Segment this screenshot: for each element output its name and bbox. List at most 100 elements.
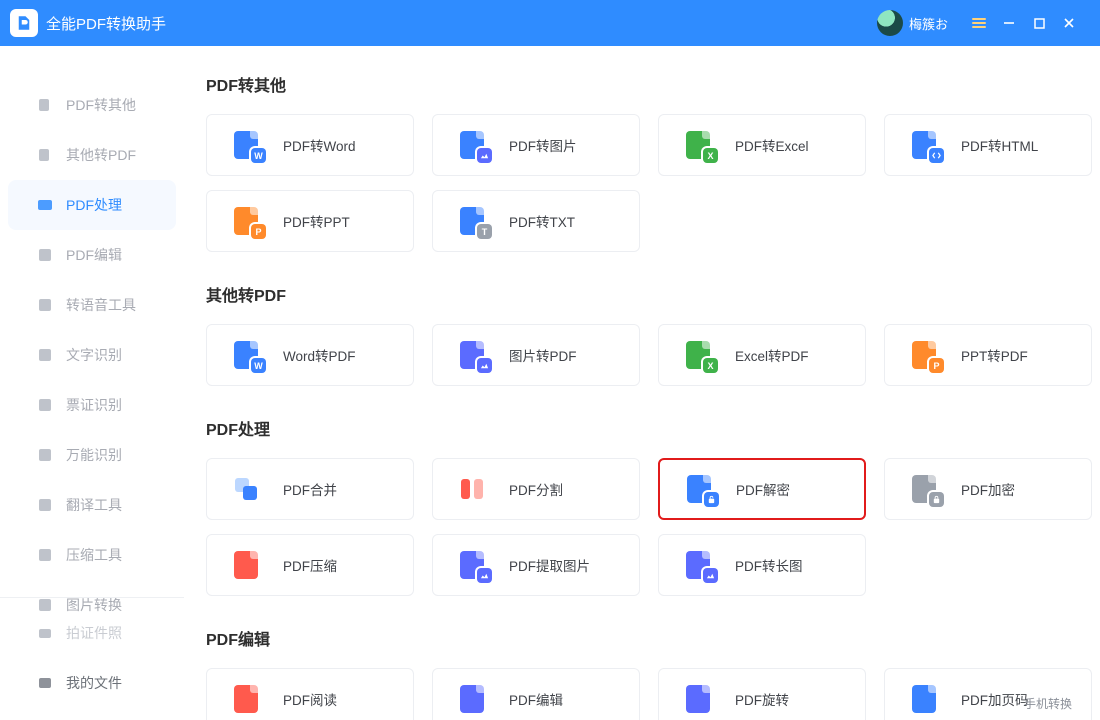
grid-pdf-to-other: W PDF转Word PDF转图片 X PDF转Excel bbox=[206, 114, 1078, 252]
any-ocr-icon bbox=[36, 446, 54, 464]
card-label: PDF转Excel bbox=[735, 135, 809, 155]
pdf-in-icon bbox=[36, 146, 54, 164]
split-icon bbox=[457, 474, 487, 504]
card-pdf-compress[interactable]: PDF压缩 bbox=[206, 534, 414, 596]
card-label: PDF转PPT bbox=[283, 211, 350, 231]
sidebar-item-label: 其他转PDF bbox=[66, 145, 136, 165]
card-pdf-extract-image[interactable]: PDF提取图片 bbox=[432, 534, 640, 596]
image-pdf-icon bbox=[457, 340, 487, 370]
compress-icon bbox=[36, 546, 54, 564]
sidebar-bottom: 拍证件照 我的文件 bbox=[0, 597, 184, 708]
card-label: PDF转HTML bbox=[961, 135, 1038, 155]
edit-icon bbox=[36, 246, 54, 264]
sidebar: PDF转其他 其他转PDF PDF处理 PDF编辑 转语音工具 bbox=[0, 46, 184, 720]
sidebar-item-ocr-text[interactable]: 文字识别 bbox=[0, 330, 184, 380]
sidebar-item-label: PDF编辑 bbox=[66, 245, 122, 265]
lock-icon bbox=[909, 474, 939, 504]
card-label: PDF转图片 bbox=[509, 135, 577, 155]
card-pdf-decrypt[interactable]: PDF解密 bbox=[658, 458, 866, 520]
mobile-convert-label[interactable]: 手机转换 bbox=[1024, 695, 1072, 712]
card-pdf-merge[interactable]: PDF合并 bbox=[206, 458, 414, 520]
card-label: PDF压缩 bbox=[283, 555, 337, 575]
sidebar-item-label: 转语音工具 bbox=[66, 295, 136, 315]
excel-pdf-icon: X bbox=[683, 340, 713, 370]
sidebar-item-pdf-edit[interactable]: PDF编辑 bbox=[0, 230, 184, 280]
card-pdf-to-txt[interactable]: T PDF转TXT bbox=[432, 190, 640, 252]
card-label: PDF编辑 bbox=[509, 689, 563, 709]
section-title-pdf-process: PDF处理 bbox=[206, 416, 1078, 440]
card-label: PDF提取图片 bbox=[509, 555, 590, 575]
sidebar-item-label: PDF处理 bbox=[66, 195, 122, 215]
card-pdf-long-image[interactable]: PDF转长图 bbox=[658, 534, 866, 596]
card-pdf-to-word[interactable]: W PDF转Word bbox=[206, 114, 414, 176]
sidebar-item-tts[interactable]: 转语音工具 bbox=[0, 280, 184, 330]
card-pdf-encrypt[interactable]: PDF加密 bbox=[884, 458, 1092, 520]
sidebar-item-pdf-process[interactable]: PDF处理 bbox=[8, 180, 176, 230]
card-label: Excel转PDF bbox=[735, 345, 809, 365]
menu-icon[interactable] bbox=[964, 8, 994, 38]
sidebar-item-idphoto[interactable]: 拍证件照 bbox=[0, 608, 184, 658]
content: PDF转其他 W PDF转Word PDF转图片 bbox=[184, 46, 1100, 720]
grid-pdf-edit: PDF阅读 PDF编辑 PDF旋转 PDF加页码 bbox=[206, 668, 1078, 720]
user-avatar[interactable] bbox=[877, 10, 903, 36]
sidebar-item-label: 票证识别 bbox=[66, 395, 122, 415]
card-image-to-pdf[interactable]: 图片转PDF bbox=[432, 324, 640, 386]
card-pdf-to-ppt[interactable]: P PDF转PPT bbox=[206, 190, 414, 252]
app-logo bbox=[10, 9, 38, 37]
card-pdf-rotate[interactable]: PDF旋转 bbox=[658, 668, 866, 720]
sidebar-item-myfiles[interactable]: 我的文件 bbox=[0, 658, 184, 708]
sidebar-item-label: 拍证件照 bbox=[66, 623, 122, 643]
card-pdf-edit[interactable]: PDF编辑 bbox=[432, 668, 640, 720]
sidebar-item-other-to-pdf[interactable]: 其他转PDF bbox=[0, 130, 184, 180]
camera-icon bbox=[36, 624, 54, 642]
merge-icon bbox=[231, 474, 261, 504]
pdf-word-icon: W bbox=[231, 130, 261, 160]
sidebar-item-compress[interactable]: 压缩工具 bbox=[0, 530, 184, 580]
card-label: PDF转TXT bbox=[509, 211, 575, 231]
card-pdf-to-excel[interactable]: X PDF转Excel bbox=[658, 114, 866, 176]
app-title: 全能PDF转换助手 bbox=[46, 13, 166, 34]
sidebar-item-label: 我的文件 bbox=[66, 673, 122, 693]
long-image-icon bbox=[683, 550, 713, 580]
pdf-html-icon bbox=[909, 130, 939, 160]
sidebar-item-label: 文字识别 bbox=[66, 345, 122, 365]
pagenum-icon bbox=[909, 684, 939, 714]
card-word-to-pdf[interactable]: W Word转PDF bbox=[206, 324, 414, 386]
card-pdf-to-image[interactable]: PDF转图片 bbox=[432, 114, 640, 176]
section-title-pdf-edit: PDF编辑 bbox=[206, 626, 1078, 650]
audio-icon bbox=[36, 296, 54, 314]
sidebar-item-pdf-to-other[interactable]: PDF转其他 bbox=[0, 80, 184, 130]
ppt-pdf-icon: P bbox=[909, 340, 939, 370]
card-label: 图片转PDF bbox=[509, 345, 577, 365]
pdf-image-icon bbox=[457, 130, 487, 160]
card-label: PDF转Word bbox=[283, 135, 356, 155]
sidebar-item-ocr-doc[interactable]: 票证识别 bbox=[0, 380, 184, 430]
card-pdf-pagenum[interactable]: PDF加页码 bbox=[884, 668, 1092, 720]
translate-icon bbox=[36, 496, 54, 514]
sidebar-item-label: 万能识别 bbox=[66, 445, 122, 465]
unlock-icon bbox=[684, 474, 714, 504]
ocr-icon bbox=[36, 346, 54, 364]
card-label: PPT转PDF bbox=[961, 345, 1028, 365]
card-pdf-read[interactable]: PDF阅读 bbox=[206, 668, 414, 720]
card-label: PDF阅读 bbox=[283, 689, 337, 709]
grid-pdf-process: PDF合并 PDF分割 PDF解密 bbox=[206, 458, 1078, 596]
card-excel-to-pdf[interactable]: X Excel转PDF bbox=[658, 324, 866, 386]
maximize-button[interactable] bbox=[1024, 8, 1054, 38]
sidebar-item-ocr-any[interactable]: 万能识别 bbox=[0, 430, 184, 480]
sidebar-item-translate[interactable]: 翻译工具 bbox=[0, 480, 184, 530]
pdf-ppt-icon: P bbox=[231, 206, 261, 236]
rotate-icon bbox=[683, 684, 713, 714]
files-icon bbox=[36, 674, 54, 692]
card-pdf-split[interactable]: PDF分割 bbox=[432, 458, 640, 520]
section-title-other-to-pdf: 其他转PDF bbox=[206, 282, 1078, 306]
minimize-button[interactable] bbox=[994, 8, 1024, 38]
card-label: Word转PDF bbox=[283, 345, 356, 365]
close-button[interactable] bbox=[1054, 8, 1084, 38]
card-ppt-to-pdf[interactable]: P PPT转PDF bbox=[884, 324, 1092, 386]
card-label: PDF加密 bbox=[961, 479, 1015, 499]
user-name[interactable]: 梅簇お bbox=[909, 14, 948, 33]
pdf-out-icon bbox=[36, 96, 54, 114]
card-pdf-to-html[interactable]: PDF转HTML bbox=[884, 114, 1092, 176]
grid-other-to-pdf: W Word转PDF 图片转PDF X Excel转PDF bbox=[206, 324, 1078, 386]
